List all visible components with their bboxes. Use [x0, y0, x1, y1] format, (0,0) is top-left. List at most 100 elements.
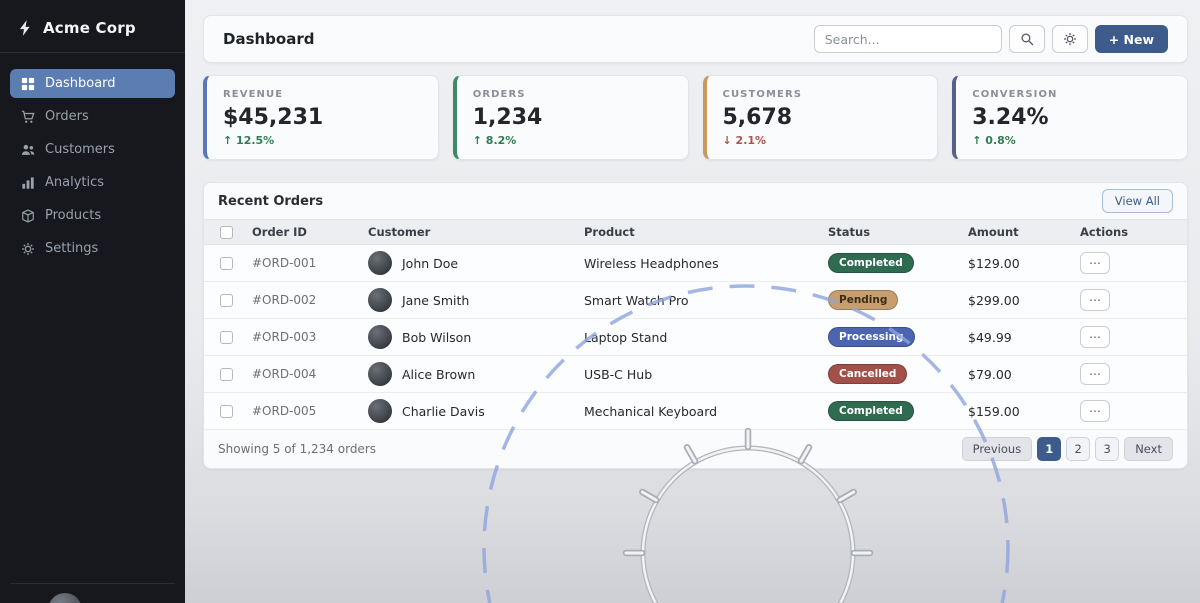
- pagination-3[interactable]: 3: [1095, 437, 1119, 461]
- row-actions-button[interactable]: ⋯: [1080, 326, 1110, 348]
- status-badge: Cancelled: [828, 364, 907, 384]
- stat-label: CUSTOMERS: [723, 89, 922, 100]
- sidebar-item-products[interactable]: Products: [10, 201, 175, 230]
- customer-name: Jane Smith: [402, 293, 469, 308]
- sidebar-item-orders[interactable]: Orders: [10, 102, 175, 131]
- order-amount: $159.00: [964, 404, 1076, 419]
- stat-card: ORDERS 1,234 ↑ 8.2%: [453, 75, 689, 160]
- column-header-order-id: Order ID: [248, 225, 364, 239]
- sidebar-nav: Dashboard Orders Customers Analytics Pro…: [0, 69, 185, 263]
- column-header-product: Product: [580, 225, 824, 239]
- table-footer: Showing 5 of 1,234 orders Previous 1 2 3…: [204, 430, 1187, 468]
- pagination: Previous 1 2 3 Next: [962, 437, 1173, 461]
- topbar-controls: + New: [814, 25, 1168, 53]
- row-checkbox[interactable]: [220, 294, 233, 307]
- order-id: #ORD-005: [248, 404, 364, 418]
- customer-avatar: [368, 325, 392, 349]
- product-name: Wireless Headphones: [580, 256, 824, 271]
- row-checkbox[interactable]: [220, 331, 233, 344]
- order-amount: $129.00: [964, 256, 1076, 271]
- sidebar-item-label: Dashboard: [45, 76, 116, 91]
- grid-icon: [21, 77, 35, 91]
- column-header-status: Status: [824, 225, 964, 239]
- stat-label: ORDERS: [473, 89, 672, 100]
- page-title: Dashboard: [223, 30, 314, 48]
- row-actions-button[interactable]: ⋯: [1080, 363, 1110, 385]
- column-header-customer: Customer: [364, 225, 580, 239]
- bolt-icon: [16, 19, 34, 37]
- sidebar-item-label: Products: [45, 208, 101, 223]
- app-logo-text: Acme Corp: [43, 19, 136, 37]
- search-input[interactable]: [814, 25, 1002, 53]
- sidebar-item-label: Settings: [45, 241, 98, 256]
- column-header-amount: Amount: [964, 225, 1076, 239]
- pagination-previous[interactable]: Previous: [962, 437, 1033, 461]
- ellipsis-icon: ⋯: [1089, 257, 1101, 269]
- sidebar-item-analytics[interactable]: Analytics: [10, 168, 175, 197]
- customer-name: Bob Wilson: [402, 330, 471, 345]
- row-checkbox[interactable]: [220, 368, 233, 381]
- row-actions-button[interactable]: ⋯: [1080, 289, 1110, 311]
- status-badge: Processing: [828, 327, 915, 347]
- view-all-button[interactable]: View All: [1102, 189, 1173, 213]
- row-checkbox[interactable]: [220, 405, 233, 418]
- search-button[interactable]: [1009, 25, 1045, 53]
- stat-value: 5,678: [723, 105, 922, 130]
- row-actions-button[interactable]: ⋯: [1080, 400, 1110, 422]
- customer-avatar: [368, 288, 392, 312]
- sidebar-item-dashboard[interactable]: Dashboard: [10, 69, 175, 98]
- sidebar-divider: [0, 52, 185, 53]
- table-row: #ORD-004 Alice Brown USB-C Hub Cancelled…: [204, 356, 1187, 393]
- customer-name: Charlie Davis: [402, 404, 485, 419]
- sidebar-item-label: Orders: [45, 109, 89, 124]
- table-header: Order ID Customer Product Status Amount …: [204, 219, 1187, 245]
- sidebar-item-customers[interactable]: Customers: [10, 135, 175, 164]
- product-name: Laptop Stand: [580, 330, 824, 345]
- select-all-checkbox[interactable]: [220, 226, 233, 239]
- table-row: #ORD-005 Charlie Davis Mechanical Keyboa…: [204, 393, 1187, 430]
- stat-trend: ↑ 8.2%: [473, 134, 672, 147]
- new-button[interactable]: + New: [1095, 25, 1168, 53]
- table-body: #ORD-001 John Doe Wireless Headphones Co…: [204, 245, 1187, 430]
- stat-value: 3.24%: [972, 105, 1171, 130]
- box-icon: [21, 209, 35, 223]
- table-row: #ORD-002 Jane Smith Smart Watch Pro Pend…: [204, 282, 1187, 319]
- stat-trend: ↓ 2.1%: [723, 134, 922, 147]
- product-name: USB-C Hub: [580, 367, 824, 382]
- topbar: Dashboard + New: [203, 15, 1188, 63]
- user-avatar[interactable]: [48, 593, 82, 603]
- pagination-next[interactable]: Next: [1124, 437, 1173, 461]
- column-header-actions: Actions: [1076, 225, 1187, 239]
- gear-icon: [1063, 32, 1077, 46]
- status-badge: Completed: [828, 401, 914, 421]
- pagination-2[interactable]: 2: [1066, 437, 1090, 461]
- gear-icon: [21, 242, 35, 256]
- customer-avatar: [368, 362, 392, 386]
- row-actions-button[interactable]: ⋯: [1080, 252, 1110, 274]
- sidebar-item-settings[interactable]: Settings: [10, 234, 175, 263]
- order-amount: $299.00: [964, 293, 1076, 308]
- pagination-1[interactable]: 1: [1037, 437, 1061, 461]
- order-amount: $49.99: [964, 330, 1076, 345]
- settings-button[interactable]: [1052, 25, 1088, 53]
- row-checkbox[interactable]: [220, 257, 233, 270]
- order-amount: $79.00: [964, 367, 1076, 382]
- stat-card: CONVERSION 3.24% ↑ 0.8%: [952, 75, 1188, 160]
- table-row: #ORD-003 Bob Wilson Laptop Stand Process…: [204, 319, 1187, 356]
- stat-value: $45,231: [223, 105, 422, 130]
- customer-name: John Doe: [402, 256, 458, 271]
- ellipsis-icon: ⋯: [1089, 405, 1101, 417]
- order-id: #ORD-004: [248, 367, 364, 381]
- app-logo: Acme Corp: [0, 0, 185, 52]
- search-icon: [1020, 32, 1034, 46]
- status-badge: Completed: [828, 253, 914, 273]
- cart-icon: [21, 110, 35, 124]
- ellipsis-icon: ⋯: [1089, 368, 1101, 380]
- product-name: Mechanical Keyboard: [580, 404, 824, 419]
- orders-panel-title: Recent Orders: [218, 194, 323, 209]
- product-name: Smart Watch Pro: [580, 293, 824, 308]
- order-id: #ORD-001: [248, 256, 364, 270]
- stat-trend: ↑ 12.5%: [223, 134, 422, 147]
- customer-name: Alice Brown: [402, 367, 475, 382]
- results-count: Showing 5 of 1,234 orders: [218, 442, 376, 456]
